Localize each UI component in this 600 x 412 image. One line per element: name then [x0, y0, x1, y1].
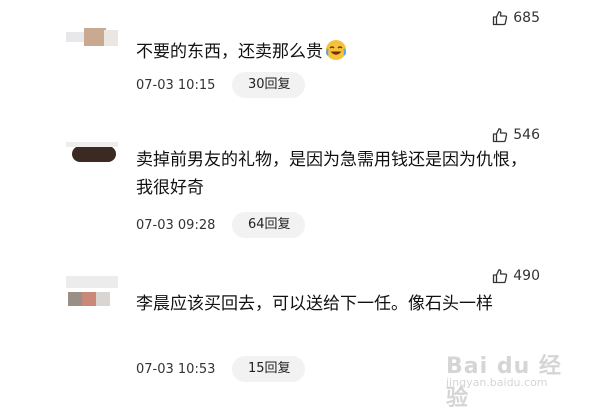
thumbs-up-icon	[492, 127, 508, 143]
comment-meta: 07-03 10:53 15回复	[136, 356, 305, 382]
like-button[interactable]: 546	[492, 127, 540, 143]
watermark-url: jingyan.baidu.com	[446, 376, 548, 389]
timestamp: 07-03 10:15	[136, 77, 216, 93]
like-button[interactable]: 685	[492, 10, 540, 26]
avatar[interactable]	[66, 26, 118, 50]
replies-button[interactable]: 64回复	[232, 212, 305, 238]
comment-meta: 07-03 09:28 64回复	[136, 212, 305, 238]
timestamp: 07-03 09:28	[136, 217, 216, 233]
comment-text: 卖掉前男友的礼物，是因为急需用钱还是因为仇恨，我很好奇	[136, 150, 527, 198]
replies-button[interactable]: 15回复	[232, 356, 305, 382]
replies-button[interactable]: 30回复	[232, 72, 305, 98]
timestamp: 07-03 10:53	[136, 361, 216, 377]
baidu-jingyan-watermark: Bai du 经验 jingyan.baidu.com	[446, 348, 566, 411]
avatar[interactable]	[66, 276, 118, 310]
thumbs-up-icon	[492, 10, 508, 26]
comment-item: 685 不要的东西，还卖那么贵 07-03 10:15 30回复	[0, 0, 600, 120]
comment-text: 不要的东西，还卖那么贵	[136, 38, 536, 66]
like-button[interactable]: 490	[492, 268, 540, 284]
comment-item: 546 卖掉前男友的礼物，是因为急需用钱还是因为仇恨，我很好奇 07-03 09…	[0, 120, 600, 260]
laughing-crying-emoji-icon	[325, 39, 347, 61]
like-count: 685	[513, 10, 540, 26]
comment-meta: 07-03 10:15 30回复	[136, 72, 305, 98]
like-count: 546	[513, 127, 540, 143]
thumbs-up-icon	[492, 268, 508, 284]
like-count: 490	[513, 268, 540, 284]
avatar[interactable]	[66, 142, 118, 164]
comment-text: 李晨应该买回去，可以送给下一任。像石头一样	[136, 294, 493, 314]
